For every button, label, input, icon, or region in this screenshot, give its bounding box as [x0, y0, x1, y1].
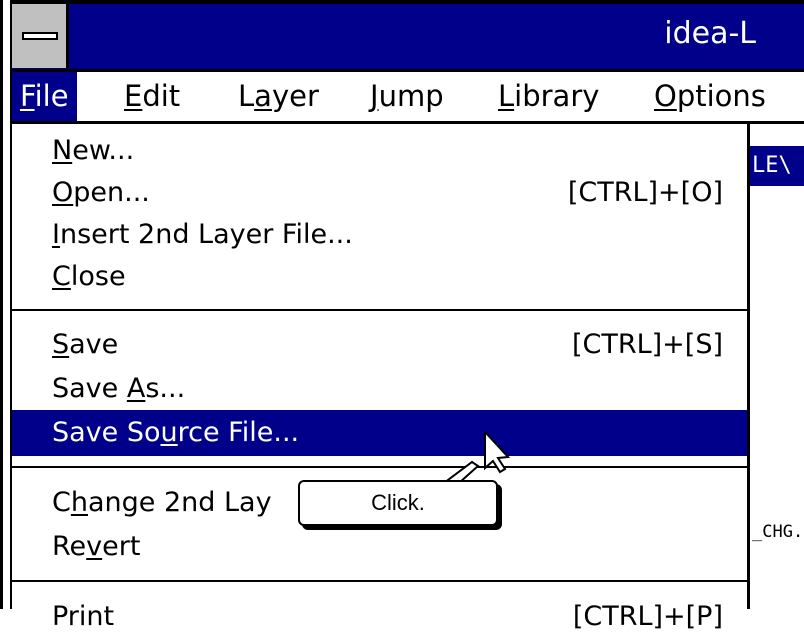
menu-separator — [12, 466, 747, 468]
menu-file[interactable]: File — [12, 72, 77, 121]
menu-item-label: Print — [52, 601, 115, 632]
menu-item-label: Open... — [52, 177, 150, 208]
menu-item-shortcut: [CTRL]+[S] — [571, 329, 723, 360]
menu-item-print[interactable]: Print [CTRL]+[P] — [12, 594, 747, 640]
menu-layer[interactable]: Layer — [230, 72, 327, 121]
menu-item-new[interactable]: New... — [12, 128, 747, 174]
click-callout: Click. — [298, 480, 498, 526]
system-menu-icon — [22, 32, 58, 40]
menu-separator — [12, 580, 747, 582]
menu-item-shortcut: [CTRL]+[P] — [572, 601, 723, 632]
menu-item-save-source-file[interactable]: Save Source File... — [12, 410, 747, 456]
menu-item-label: Save As... — [52, 373, 186, 404]
menu-edit[interactable]: Edit — [116, 72, 188, 121]
menu-library[interactable]: Library — [490, 72, 607, 121]
menu-options[interactable]: Options — [646, 72, 774, 121]
menu-item-shortcut: [CTRL]+[O] — [567, 177, 723, 208]
file-menu-dropdown: New... Open... [CTRL]+[O] Insert 2nd Lay… — [12, 124, 750, 632]
menu-item-save-as[interactable]: Save As... — [12, 366, 747, 412]
menu-item-open[interactable]: Open... [CTRL]+[O] — [12, 170, 747, 216]
document-text: _CHG. — [752, 522, 804, 542]
system-menu-button[interactable] — [12, 4, 69, 68]
window-title: idea-L — [664, 16, 756, 51]
menu-item-label: Save — [52, 329, 119, 360]
menu-item-label: Revert — [52, 531, 141, 562]
menu-item-label: Close — [52, 261, 126, 292]
menu-item-save[interactable]: Save [CTRL]+[S] — [12, 322, 747, 368]
document-selected-strip: LE\ — [750, 146, 804, 186]
menu-separator — [12, 309, 747, 311]
window-left-border — [0, 0, 12, 609]
menu-item-label: Insert 2nd Layer File... — [52, 219, 353, 250]
menu-item-label: New... — [52, 135, 135, 166]
menu-item-label: Save Source File... — [52, 417, 300, 448]
menu-bar: File Edit Layer Jump Library Options — [12, 72, 804, 124]
menu-item-close[interactable]: Close — [12, 254, 747, 300]
menu-item-revert[interactable]: Revert — [12, 524, 747, 570]
menu-item-insert-2nd-layer[interactable]: Insert 2nd Layer File... — [12, 212, 747, 258]
menu-jump[interactable]: Jump — [362, 72, 452, 121]
